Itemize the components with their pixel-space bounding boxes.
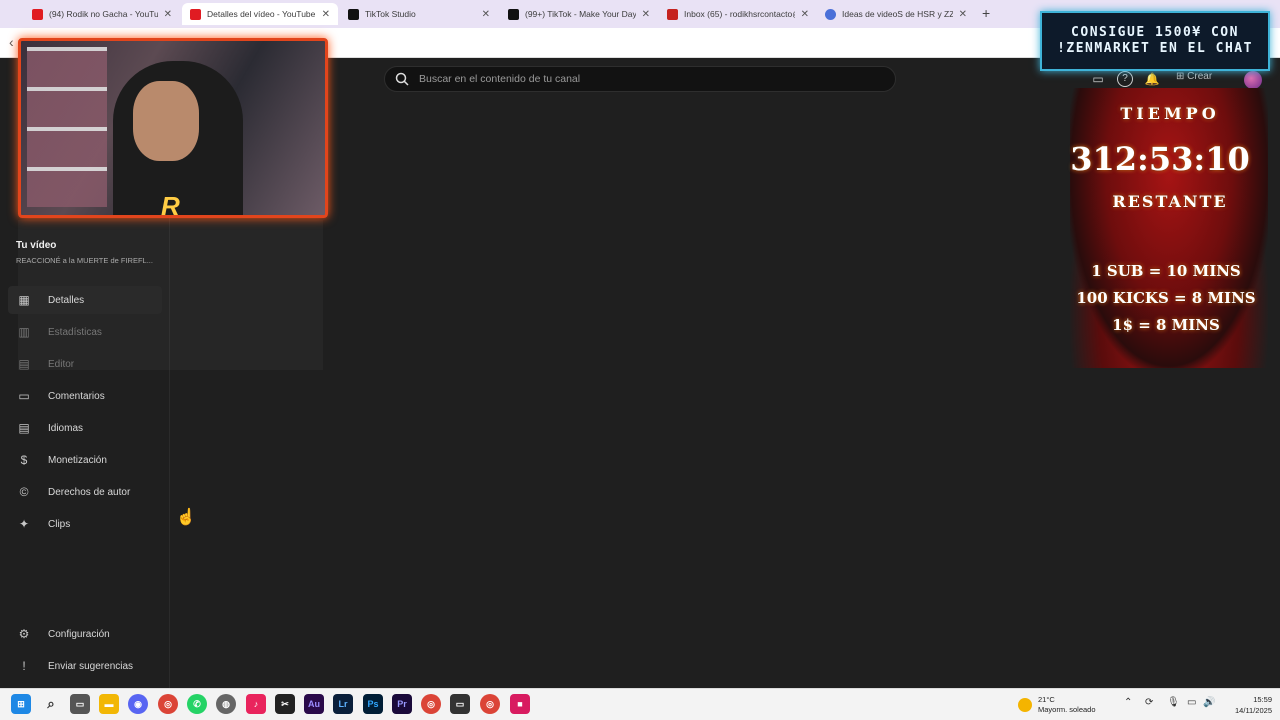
search-icon[interactable]: ⌕ — [41, 694, 61, 714]
lightroom-icon[interactable]: Lr — [333, 694, 353, 714]
sidebar-item-settings[interactable]: ⚙ Configuración — [8, 620, 162, 648]
network-icon[interactable]: ▭ — [1187, 697, 1196, 708]
video-camera-icon: ⊞ — [1176, 71, 1185, 82]
tiktok-icon — [348, 8, 359, 20]
app-icon[interactable]: ■ — [510, 694, 530, 714]
clock[interactable]: 15:59 14/11/2025 — [1222, 694, 1272, 716]
create-button[interactable]: ⊞ Crear — [1176, 71, 1212, 82]
chrome-icon[interactable]: ◎ — [421, 694, 441, 714]
sidebar-item-clips[interactable]: ✦ Clips — [8, 510, 162, 538]
close-icon[interactable]: ✕ — [959, 9, 967, 20]
notifications-bell-icon[interactable]: 🔔 — [1144, 71, 1160, 87]
new-tab-button[interactable]: + — [982, 5, 990, 21]
copyright-icon: © — [19, 485, 29, 499]
weather-description: Mayorm. soleado — [1038, 705, 1096, 714]
discord-icon[interactable]: ◉ — [128, 694, 148, 714]
comment-icon: ▭ — [18, 389, 30, 403]
messages-icon[interactable]: ▭ — [1090, 71, 1106, 87]
sync-icon[interactable]: ⟳ — [1145, 697, 1153, 708]
dollar-icon: $ — [20, 453, 28, 467]
tab-video-details[interactable]: Detalles del vídeo - YouTube St ✕ — [182, 3, 338, 25]
subathon-rule-sub: 1 SUB = 10 MINS — [1091, 262, 1241, 280]
weather-temperature: 21°C — [1038, 695, 1055, 704]
sidebar-item-comments[interactable]: ▭ Comentarios — [8, 382, 162, 410]
back-arrow-icon[interactable]: ‹ — [9, 34, 14, 50]
search-icon — [395, 72, 409, 86]
close-icon[interactable]: ✕ — [801, 9, 809, 20]
premiere-icon[interactable]: Pr — [392, 694, 412, 714]
channel-logo-icon: R — [161, 191, 180, 218]
grid-icon: ▦ — [18, 293, 30, 307]
youtube-studio-icon — [190, 8, 201, 20]
sidebar-item-analytics[interactable]: ▥ Estadísticas — [8, 318, 162, 346]
timer-label: TIEMPO — [1120, 104, 1220, 123]
magic-wand-icon: ✦ — [18, 517, 30, 531]
search-bar[interactable]: Buscar en el contenido de tu canal — [384, 66, 896, 92]
sidebar-item-editor[interactable]: ▤ Editor — [8, 350, 162, 378]
microphone-icon[interactable]: 🎙 — [1167, 697, 1180, 708]
close-icon[interactable]: ✕ — [642, 9, 650, 20]
subathon-rule-dollar: 1$ = 8 MINS — [1112, 316, 1220, 334]
gear-icon: ⚙ — [18, 627, 30, 641]
tiktok-live-icon[interactable]: ♪ — [246, 694, 266, 714]
whatsapp-icon[interactable]: ✆ — [187, 694, 207, 714]
task-view-icon[interactable]: ▭ — [70, 694, 90, 714]
chevron-up-icon[interactable]: ⌃ — [1124, 697, 1132, 708]
video-section-label: Tu vídeo — [16, 240, 57, 251]
streamer-face — [133, 81, 199, 161]
chart-icon: ▥ — [18, 325, 30, 339]
tiktok-icon — [508, 8, 519, 20]
terminal-icon[interactable]: ▭ — [450, 694, 470, 714]
timer-remaining-label: RESTANTE — [1112, 192, 1228, 211]
promo-banner: CONSIGUE 1500¥ CON !ZENMARKET EN EL CHAT — [1040, 11, 1270, 71]
volume-icon[interactable]: 🔊 — [1203, 697, 1215, 708]
close-icon[interactable]: ✕ — [482, 9, 490, 20]
youtube-icon — [32, 8, 43, 20]
tab-gmail-inbox[interactable]: Inbox (65) - rodikhsrcontacto@ ✕ — [659, 3, 817, 25]
file-explorer-icon[interactable]: ▬ — [99, 694, 119, 714]
hand-cursor-icon: ☝ — [176, 509, 196, 526]
subtitles-icon: ▤ — [18, 421, 30, 435]
avatar[interactable] — [1244, 71, 1262, 89]
weather-widget[interactable]: 21°C Mayorm. soleado — [1018, 695, 1096, 715]
video-title[interactable]: REACCIONÉ a la MUERTE de FIREFL... — [16, 256, 161, 265]
tab-youtube-channel[interactable]: (94) Rodik no Gacha - YouTube ✕ — [24, 3, 180, 25]
photoshop-icon[interactable]: Ps — [363, 694, 383, 714]
webcam-overlay: R — [18, 38, 328, 218]
help-icon[interactable]: ? — [1117, 71, 1133, 87]
close-icon[interactable]: ✕ — [322, 9, 330, 20]
subathon-rule-kicks: 100 KICKS = 8 MINS — [1076, 289, 1256, 307]
tab-ideas-doc[interactable]: Ideas de videoS de HSR y ZZZ ✕ — [817, 3, 975, 25]
tab-tiktok[interactable]: (99+) TikTok - Make Your Day ✕ — [500, 3, 658, 25]
chrome-active-icon[interactable]: ◎ — [480, 694, 500, 714]
sidebar-item-feedback[interactable]: ! Enviar sugerencias — [8, 652, 162, 680]
sidebar-item-copyright[interactable]: © Derechos de autor — [8, 478, 162, 506]
audition-icon[interactable]: Au — [304, 694, 324, 714]
gmail-icon — [667, 8, 678, 20]
chrome-icon[interactable]: ◎ — [158, 694, 178, 714]
capcut-icon[interactable]: ✂ — [275, 694, 295, 714]
globe-icon — [825, 8, 836, 20]
feedback-icon: ! — [22, 659, 26, 673]
tab-tiktok-studio[interactable]: TikTok Studio ✕ — [340, 3, 498, 25]
shelf-background — [27, 47, 107, 207]
timer-value: 312:53:10 — [1070, 140, 1250, 178]
sun-cloud-icon — [1018, 698, 1032, 712]
sidebar-item-details[interactable]: ▦ Detalles — [8, 286, 162, 314]
sidebar-item-languages[interactable]: ▤ Idiomas — [8, 414, 162, 442]
sidebar-item-monetization[interactable]: $ Monetización — [8, 446, 162, 474]
windows-start-icon[interactable]: ⊞ — [11, 694, 31, 714]
search-placeholder: Buscar en el contenido de tu canal — [419, 73, 581, 85]
steam-icon[interactable]: ◍ — [216, 694, 236, 714]
close-icon[interactable]: ✕ — [164, 9, 172, 20]
editor-icon: ▤ — [18, 357, 30, 371]
